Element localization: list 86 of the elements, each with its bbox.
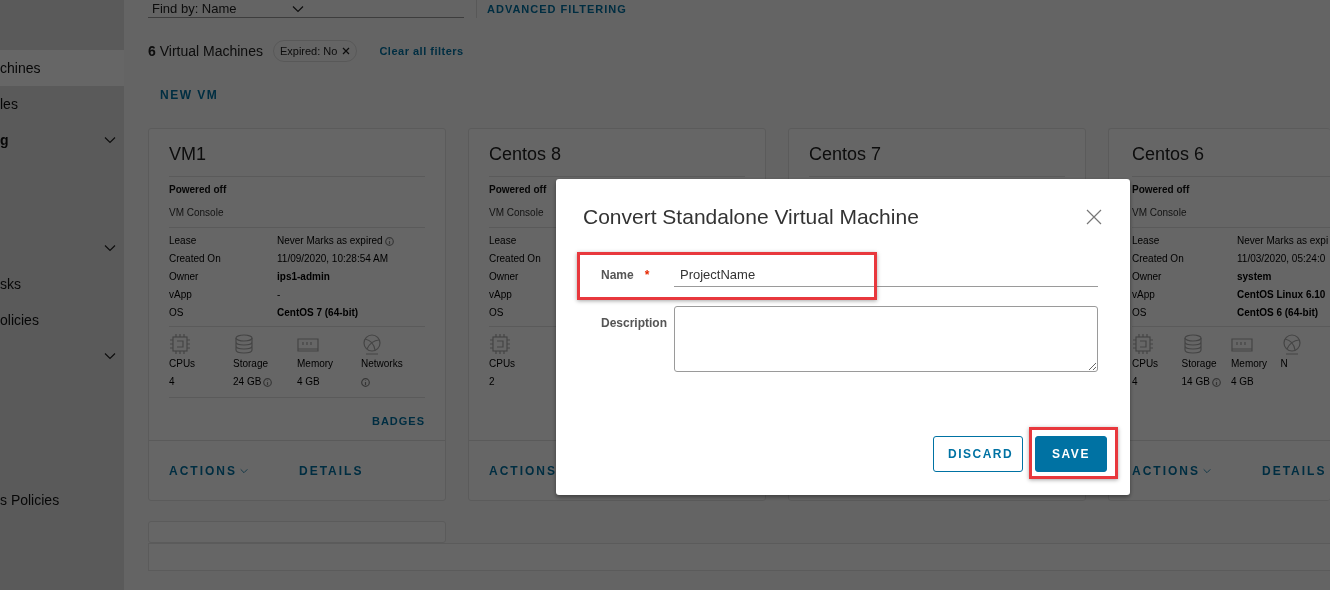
vm-title: Centos 6 <box>1132 141 1330 177</box>
cpu-chip-icon <box>169 333 191 355</box>
stat-value: 24 GB <box>233 375 262 389</box>
detail-value: CentOS Linux 6.10 <box>1237 288 1326 302</box>
close-icon <box>342 47 351 55</box>
detail-label: Owner <box>1132 271 1162 282</box>
stat-label: CPUs <box>169 358 196 369</box>
sidebar-item[interactable]: g <box>0 122 124 158</box>
discard-button[interactable]: DISCARD <box>933 436 1023 472</box>
detail-label: Owner <box>169 271 199 282</box>
detail-label: Lease <box>169 235 197 246</box>
stat-value: 4 <box>1132 375 1138 389</box>
detail-label: vApp <box>489 289 512 300</box>
stat-label: Storage <box>233 358 269 369</box>
stat-label: Networks <box>361 358 403 369</box>
detail-value: system <box>1237 270 1272 284</box>
detail-label: Lease <box>489 235 517 246</box>
stat-label: CPUs <box>1132 358 1159 369</box>
stat-label: Memory <box>1231 358 1268 369</box>
detail-value: Never Marks as expired <box>277 234 383 248</box>
detail-label: OS <box>489 307 504 318</box>
sidebar-item[interactable]: sks <box>0 266 124 302</box>
actions-menu-button[interactable]: ACTIONS <box>1132 461 1262 480</box>
advanced-filtering-link[interactable]: ADVANCED FILTERING <box>487 0 627 18</box>
stat-value: 2 <box>489 375 495 389</box>
stat-value: 4 GB <box>297 375 320 389</box>
detail-label: Lease <box>1132 235 1160 246</box>
find-by-dropdown[interactable]: Find by: Name <box>148 0 464 18</box>
console-link[interactable]: VM Console <box>489 204 544 222</box>
detail-value: - <box>277 288 281 302</box>
details-link[interactable]: DETAILS <box>299 461 364 480</box>
detail-label: OS <box>169 307 184 318</box>
detail-value: 11/03/2020, 05:24:0 <box>1237 252 1326 266</box>
cpu-chip-icon <box>489 333 511 355</box>
detail-value: ips1-admin <box>277 270 330 284</box>
vm-title: Centos 7 <box>809 141 1065 177</box>
detail-label: Created On <box>489 253 541 264</box>
actions-menu-button[interactable]: ACTIONS <box>169 461 299 480</box>
detail-value: CentOS 7 (64-bit) <box>277 306 359 320</box>
console-link[interactable]: VM Console <box>1132 204 1187 222</box>
actions-menu-button[interactable]: ACTIONS <box>489 461 619 480</box>
field-label: Name <box>601 266 634 284</box>
globe-icon <box>361 333 383 355</box>
stat-label: Memory <box>297 358 334 369</box>
detail-label: vApp <box>169 289 192 300</box>
stat-value: 4 <box>169 375 175 389</box>
new-vm-button[interactable]: NEW VM <box>160 86 219 104</box>
database-icon <box>1181 333 1204 355</box>
save-button[interactable]: SAVE <box>1035 436 1107 472</box>
detail-label: vApp <box>1132 289 1155 300</box>
field-label: Description <box>601 315 667 332</box>
chevron-down-icon <box>292 4 304 13</box>
power-status: Powered off <box>1132 183 1191 197</box>
clear-filters-link[interactable]: Clear all filters <box>379 42 464 60</box>
detail-label: Created On <box>1132 253 1184 264</box>
sidebar-item[interactable]: olicies <box>0 302 124 338</box>
dialog-title: Convert Standalone Virtual Machine <box>583 204 919 230</box>
details-link[interactable]: DETAILS <box>1262 461 1327 480</box>
database-icon <box>233 333 255 355</box>
stat-value: 14 GB <box>1181 375 1210 389</box>
detail-value: CentOS 6 (64-bit) <box>1237 306 1319 320</box>
cpu-chip-icon <box>1132 333 1154 355</box>
sidebar-item[interactable]: chines <box>0 50 124 86</box>
badges-link[interactable]: BADGES <box>371 413 425 430</box>
close-button[interactable] <box>1085 207 1103 226</box>
globe-icon <box>1280 333 1303 355</box>
stat-label: Storage <box>1181 358 1217 369</box>
close-icon <box>1085 207 1103 226</box>
vm-title: VM1 <box>169 141 425 177</box>
stat-label: N <box>1280 358 1288 369</box>
power-status: Powered off <box>169 183 228 197</box>
sidebar-item[interactable]: s Policies <box>0 482 124 518</box>
detail-label: Owner <box>489 271 519 282</box>
detail-value: Never Marks as expi <box>1237 234 1329 248</box>
detail-label: Created On <box>169 253 221 264</box>
stat-value: 4 GB <box>1231 375 1254 389</box>
stat-label: CPUs <box>489 358 516 369</box>
sidebar-item[interactable]: les <box>0 86 124 122</box>
power-status: Powered off <box>489 183 548 197</box>
console-link[interactable]: VM Console <box>169 204 224 222</box>
detail-label: OS <box>1132 307 1147 318</box>
vm-count: 6 Virtual Machines <box>148 41 263 61</box>
detail-value: 11/09/2020, 10:28:54 AM <box>277 252 388 266</box>
required-asterisk: * <box>644 266 650 284</box>
vm-title: Centos 8 <box>489 141 745 177</box>
description-field[interactable] <box>674 306 1098 372</box>
